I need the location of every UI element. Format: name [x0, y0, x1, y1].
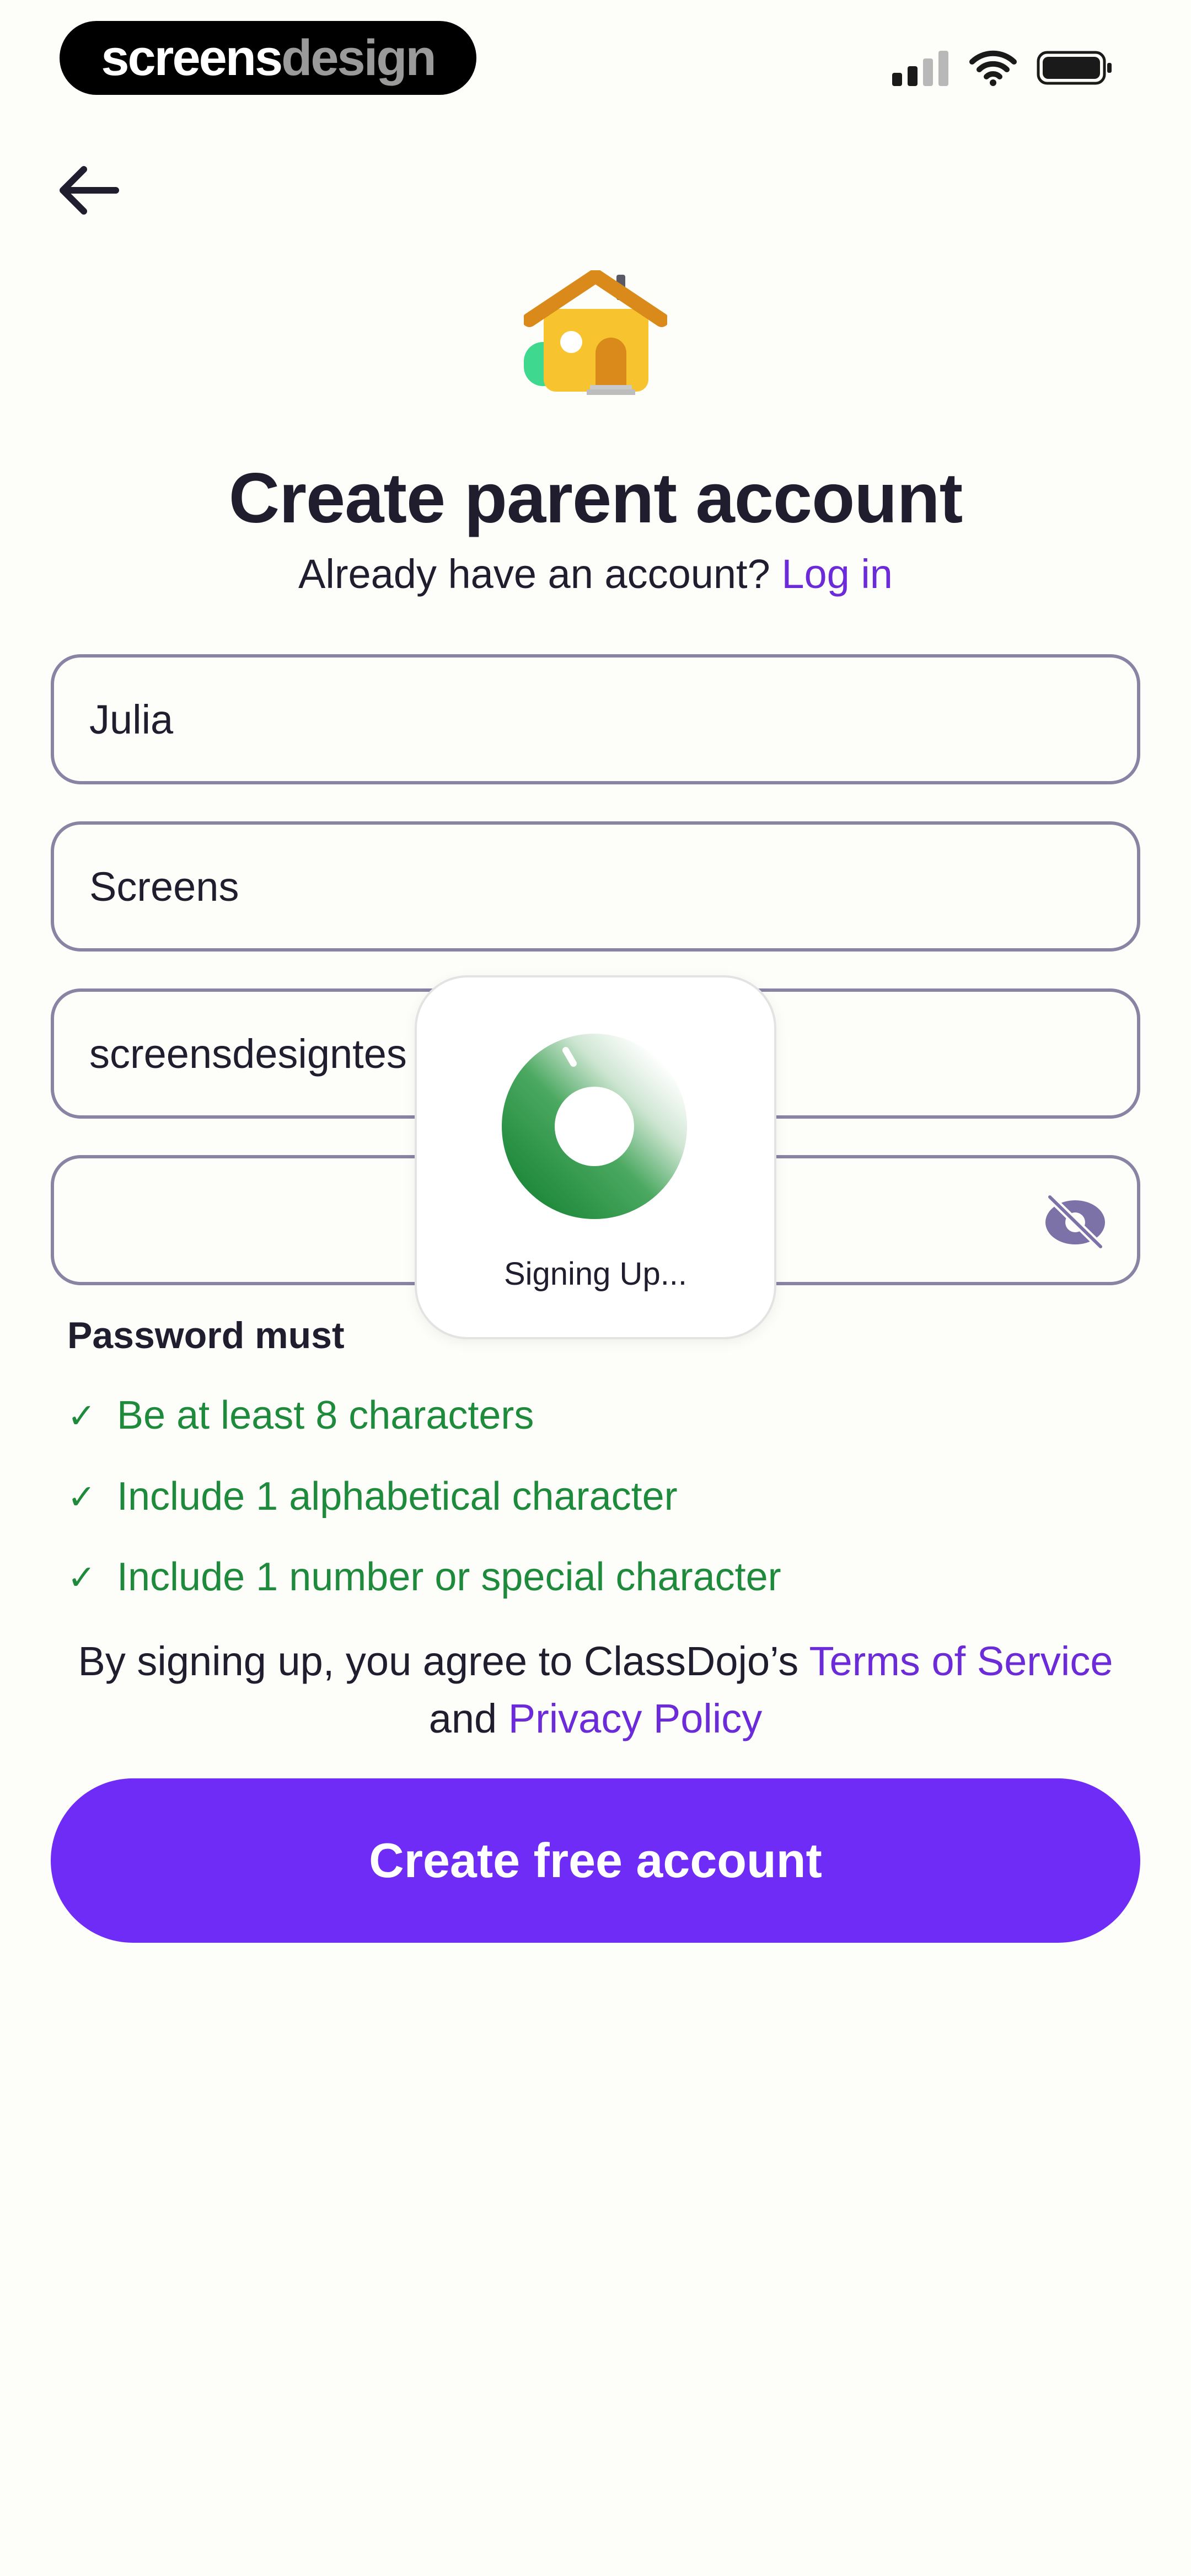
password-rule-length: ✓ Be at least 8 characters: [67, 1393, 534, 1438]
login-link[interactable]: Log in: [781, 551, 893, 597]
last-name-input[interactable]: [89, 863, 1027, 910]
terms-prefix: By signing up, you agree to ClassDojo’s: [78, 1638, 799, 1684]
first-name-input[interactable]: [89, 696, 1027, 743]
wifi-icon: [969, 50, 1017, 86]
terms-of-service-link[interactable]: Terms of Service: [809, 1638, 1113, 1684]
page-title: Create parent account: [228, 459, 963, 538]
eye-off-icon: [1045, 1193, 1105, 1250]
battery-icon: [1037, 51, 1112, 85]
last-name-field[interactable]: [51, 821, 1140, 952]
loading-label: Signing Up...: [503, 1256, 688, 1292]
password-rule-text: Include 1 number or special character: [117, 1555, 781, 1599]
brand-text-design: design: [281, 29, 436, 86]
back-button[interactable]: [55, 160, 121, 221]
login-prompt-text: Already have an account?: [298, 551, 770, 597]
password-rule-text: Include 1 alphabetical character: [117, 1474, 678, 1519]
terms-and: and: [428, 1696, 497, 1741]
password-rule-number: ✓ Include 1 number or special character: [67, 1554, 781, 1600]
loading-dialog: Signing Up...: [415, 975, 776, 1339]
login-prompt: Already have an account? Log in: [0, 551, 1191, 597]
status-icons: [892, 50, 1114, 86]
checkmark-icon: ✓: [67, 1558, 96, 1597]
toggle-password-visibility-button[interactable]: [1042, 1191, 1108, 1252]
arrow-left-icon: [60, 166, 119, 215]
password-rule-alpha: ✓ Include 1 alphabetical character: [67, 1474, 678, 1519]
house-icon: [524, 270, 667, 395]
password-rule-text: Be at least 8 characters: [117, 1393, 534, 1437]
privacy-policy-link[interactable]: Privacy Policy: [508, 1696, 763, 1741]
first-name-field[interactable]: [51, 654, 1140, 784]
brand-text-screens: screens: [101, 29, 283, 86]
terms-notice: By signing up, you agree to ClassDojo’s …: [0, 1633, 1191, 1747]
brand-logo: screens design: [60, 21, 476, 95]
checkmark-icon: ✓: [67, 1478, 96, 1516]
cellular-signal-icon: [892, 51, 948, 86]
loading-spinner-icon: [502, 1034, 687, 1219]
checkmark-icon: ✓: [67, 1397, 96, 1435]
password-rules-title: Password must: [67, 1314, 345, 1356]
create-account-button[interactable]: Create free account: [51, 1778, 1140, 1943]
